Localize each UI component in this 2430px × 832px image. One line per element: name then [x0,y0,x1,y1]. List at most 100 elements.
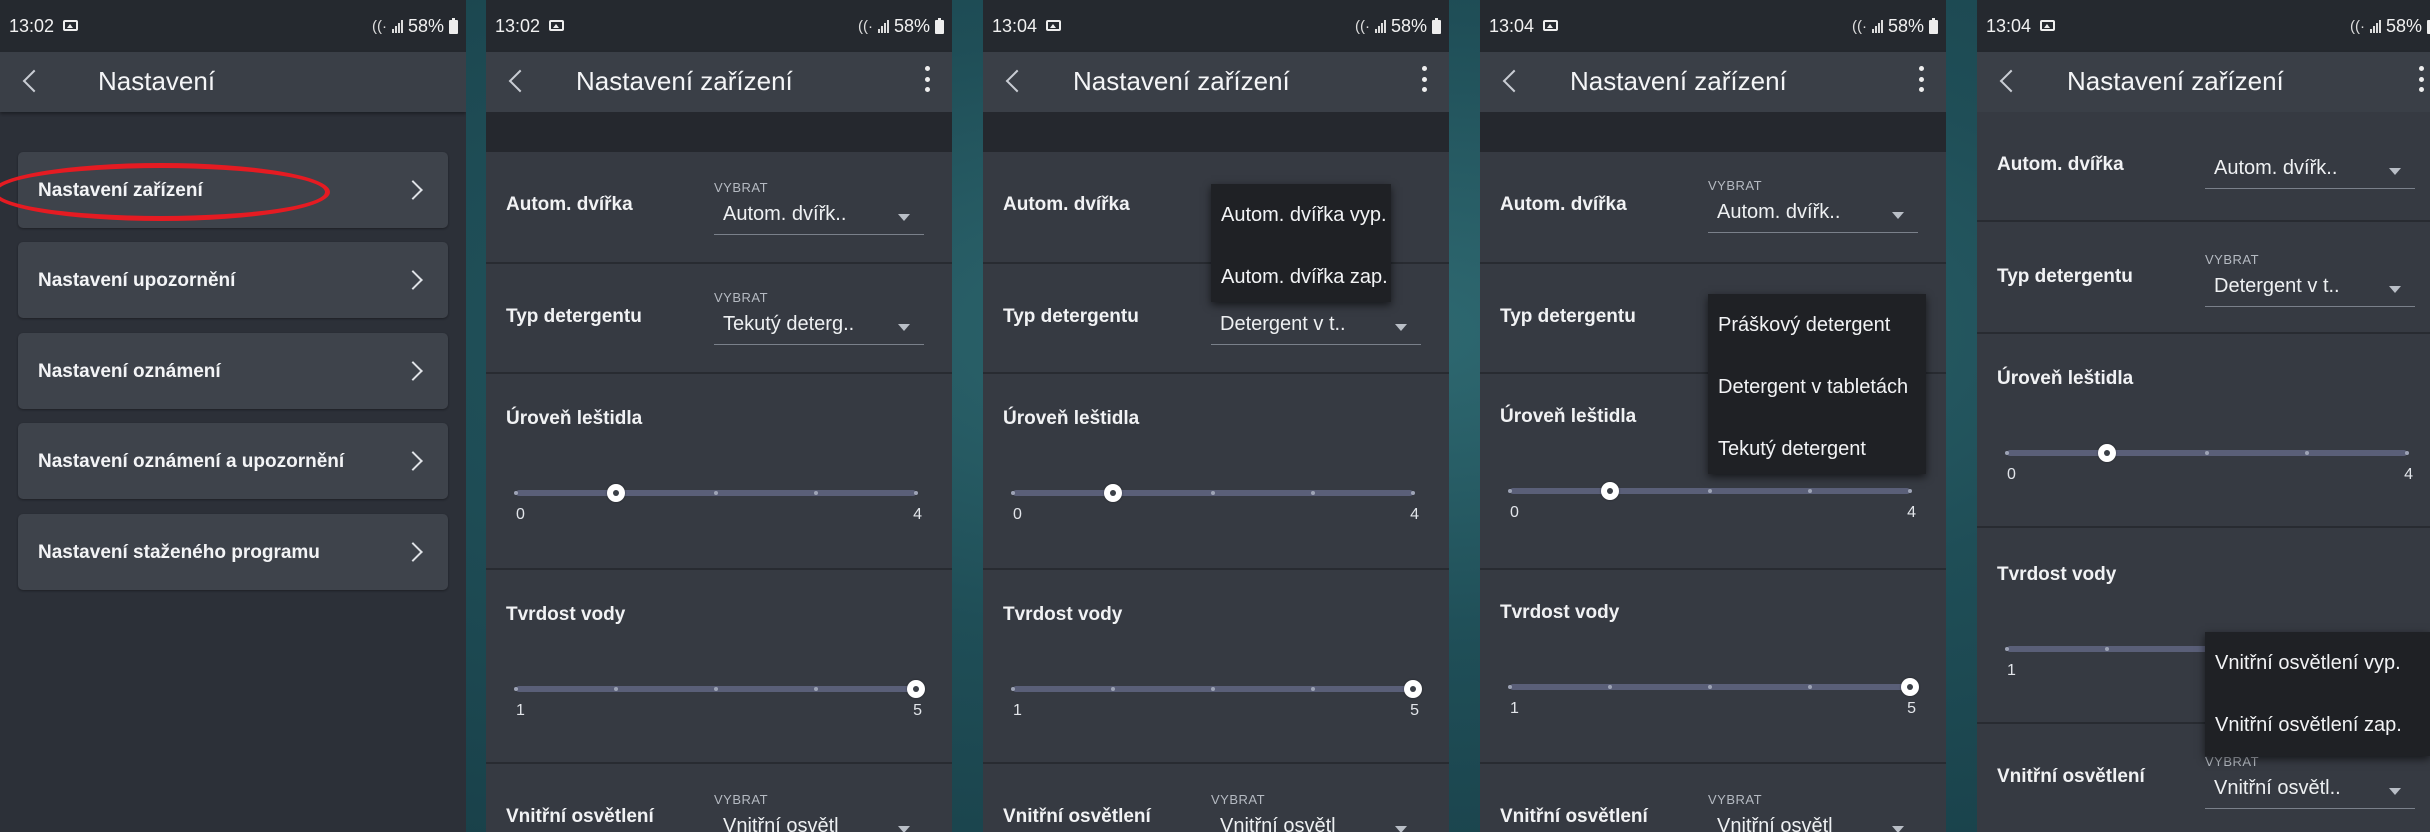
select-caption: VYBRAT [1211,792,1266,807]
slider-tick [1011,491,1015,495]
detergent-select[interactable]: Detergent v t.. [1211,308,1421,345]
dropdown-option[interactable]: Detergent v tabletách [1718,376,1908,399]
water-hardness-slider[interactable]: 1 5 [514,672,925,719]
rinse-aid-slider[interactable]: 0 4 [2005,436,2413,483]
more-options-icon[interactable] [2418,66,2424,92]
interior-light-select[interactable]: Vnitřní osvětl.. [2205,772,2415,809]
status-time: 13:04 [992,16,1038,36]
select-caption: VYBRAT [1708,792,1763,807]
slider-knob[interactable] [907,680,925,698]
interior-light-select[interactable]: Vnitřní osvětl [1211,810,1421,832]
setting-label: Autom. dvířka [1997,154,2124,175]
select-caption: VYBRAT [714,180,769,195]
slider-knob[interactable] [607,484,625,502]
signal-icon [1374,20,1386,33]
more-options-icon[interactable] [1918,66,1924,92]
menu-item-downloaded-program-settings[interactable]: Nastavení staženého programu [18,514,448,590]
dropdown-option[interactable]: Vnitřní osvětlení zap. [2215,714,2402,737]
rinse-aid-slider[interactable]: 0 4 [1508,474,1916,521]
slider-tick [614,687,618,691]
slider-knob[interactable] [1104,484,1122,502]
slider-tick [1908,489,1912,493]
dropdown-arrow-icon [1892,826,1904,832]
dropdown-arrow-icon [2389,788,2401,795]
dropdown-option[interactable]: Autom. dvířka zap. [1221,266,1388,289]
slider-tick [1808,685,1812,689]
rinse-aid-slider[interactable]: 0 4 [514,476,922,523]
menu-item-label: Nastavení upozornění [38,270,236,291]
setting-label: Vnitřní osvětlení [1997,766,2145,787]
interior-light-select[interactable]: Vnitřní osvětl [714,810,924,832]
slider-knob[interactable] [1404,680,1422,698]
page-title: Nastavení zařízení [576,66,793,96]
battery-percent: 58% [407,16,444,36]
dropdown-option[interactable]: Autom. dvířka vyp. [1221,204,1387,227]
signal-icon [391,20,403,33]
slider-tick [1508,489,1512,493]
select-value: Detergent v t.. [1220,313,1346,335]
auto-door-select[interactable]: Autom. dvířk.. [714,198,924,235]
water-hardness-slider[interactable]: 1 5 [1011,672,1422,719]
slider-min-label: 0 [1013,506,1022,523]
status-right: ((· 58% [1355,16,1441,37]
back-arrow-icon[interactable] [22,69,46,93]
status-time: 13:04 [1489,16,1535,36]
setting-row-auto-door: Autom. dvířka Autom. dvířk.. [1977,112,2430,222]
auto-door-select[interactable]: Autom. dvířk.. [1708,196,1918,233]
setting-row-rinse-aid: Úroveň leštidla 0 4 [1977,334,2430,528]
menu-item-label: Nastavení oznámení [38,361,221,382]
select-value: Autom. dvířk.. [2214,157,2338,179]
setting-label: Tvrdost vody [1500,602,1620,623]
battery-icon [1929,17,1938,34]
back-arrow-icon[interactable] [1999,69,2023,93]
slider-tick [2405,451,2409,455]
back-arrow-icon[interactable] [1502,69,1526,93]
slider-knob[interactable] [2098,444,2116,462]
slider-min-label: 1 [516,702,525,719]
select-value: Autom. dvířk.. [723,203,847,225]
setting-row-detergent: Typ detergentu VYBRAT Detergent v t.. [1977,222,2430,334]
battery-icon [1432,17,1441,34]
signal-icon [877,20,889,33]
dropdown-option[interactable]: Vnitřní osvětlení vyp. [2215,652,2401,675]
dropdown-option[interactable]: Práškový detergent [1718,314,1890,337]
slider-tick [1708,685,1712,689]
water-hardness-slider[interactable]: 1 5 [1508,670,1919,717]
menu-item-notification-warning-settings[interactable]: Nastavení oznámení a upozornění [18,423,448,499]
status-right: ((· 58% [858,16,944,37]
menu-item-notification-settings[interactable]: Nastavení oznámení [18,333,448,409]
back-arrow-icon[interactable] [1005,69,1029,93]
slider-knob[interactable] [1601,482,1619,500]
setting-label: Tvrdost vody [1997,564,2117,585]
app-bar: Nastavení zařízení [983,52,1449,112]
more-options-icon[interactable] [924,66,930,92]
back-arrow-icon[interactable] [508,69,532,93]
select-value: Detergent v t.. [2214,275,2340,297]
more-options-icon[interactable] [1421,66,1427,92]
slider-knob[interactable] [1901,678,1919,696]
detergent-select[interactable]: Tekutý deterg.. [714,308,924,345]
menu-item-warning-settings[interactable]: Nastavení upozornění [18,242,448,318]
rinse-aid-slider[interactable]: 0 4 [1011,476,1419,523]
slider-tick [914,491,918,495]
detergent-select[interactable]: Detergent v t.. [2205,270,2415,307]
battery-icon [935,17,944,34]
dropdown-arrow-icon [2389,168,2401,175]
slider-tick [2005,647,2009,651]
slider-tick [714,687,718,691]
slider-min-label: 0 [1510,504,1519,521]
gallery-notification-icon [1046,20,1061,31]
slider-tick [1608,685,1612,689]
interior-light-select[interactable]: Vnitřní osvětl [1708,810,1918,832]
select-caption: VYBRAT [714,290,769,305]
setting-label: Typ detergentu [1997,266,2133,287]
auto-door-select[interactable]: Autom. dvířk.. [2205,152,2415,189]
setting-row-water-hardness: Tvrdost vody 1 5 [1480,570,1946,764]
dropdown-arrow-icon [1395,324,1407,331]
slider-max-label: 5 [1410,702,1419,719]
dropdown-option[interactable]: Tekutý detergent [1718,438,1866,461]
status-right: ((· 58% [2350,16,2430,37]
slider-tick [1211,491,1215,495]
slider-tick [1708,489,1712,493]
slider-tick [1508,685,1512,689]
